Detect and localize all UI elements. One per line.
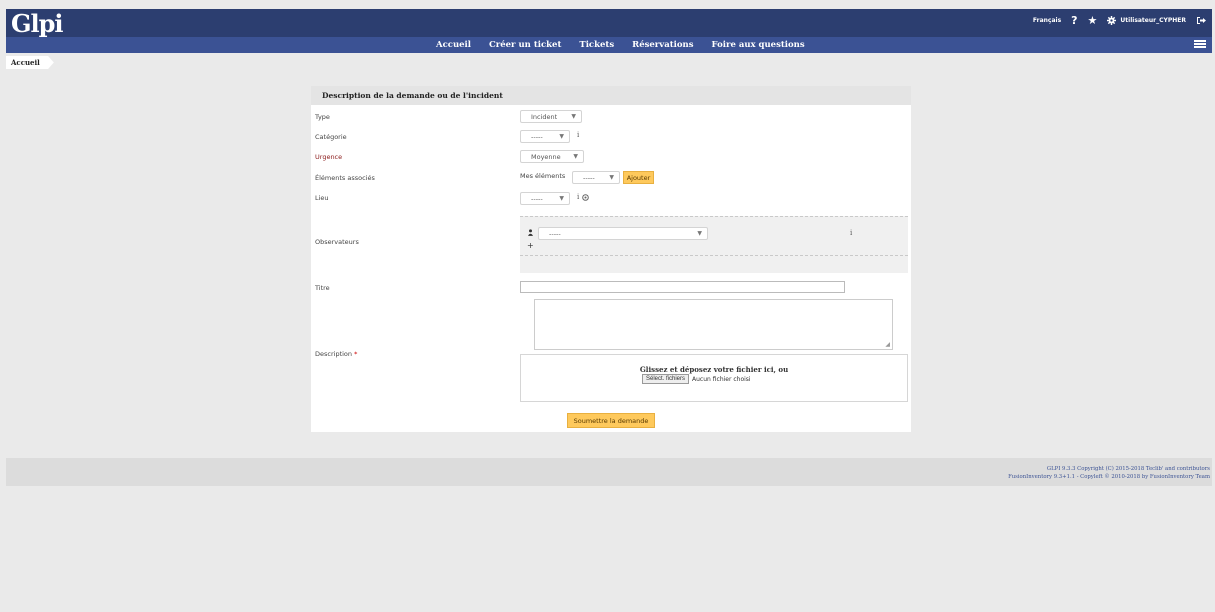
ticket-form: Description de la demande ou de l'incide…	[311, 86, 911, 432]
urgency-value: Moyenne	[531, 152, 561, 161]
observer-value: -----	[549, 229, 561, 238]
description-textarea[interactable]: ◢	[534, 299, 893, 350]
user-name: Utilisateur_CYPHER	[1120, 17, 1186, 24]
resize-handle-icon[interactable]: ◢	[885, 341, 890, 348]
form-title: Description de la demande ou de l'incide…	[311, 86, 911, 105]
location-info-icon[interactable]: i	[577, 193, 579, 201]
globe-icon[interactable]	[582, 194, 589, 201]
category-label: Catégorie	[315, 133, 347, 141]
nav-reservations[interactable]: Réservations	[623, 39, 702, 51]
description-label: Description *	[315, 350, 357, 358]
nav-create-ticket[interactable]: Créer un ticket	[480, 39, 570, 51]
add-item-button[interactable]: Ajouter	[623, 171, 654, 184]
type-select[interactable]: Incident ▼	[520, 110, 582, 123]
chevron-down-icon: ▼	[609, 174, 614, 181]
divider	[520, 255, 908, 256]
chevron-down-icon: ▼	[697, 230, 702, 237]
file-picker: Sélect. fichiers Aucun fichier choisi	[642, 374, 751, 384]
user-icon	[528, 229, 533, 236]
chevron-down-icon: ▼	[571, 113, 576, 120]
urgency-label: Urgence	[315, 153, 343, 161]
top-right-menu: Français ? ★ Utilisateur_CYPHER	[1033, 15, 1206, 26]
footer: GLPI 9.3.3 Copyright (C) 2015-2018 Tecli…	[6, 458, 1212, 486]
type-value: Incident	[531, 112, 558, 121]
title-input[interactable]	[520, 281, 845, 293]
urgency-select[interactable]: Moyenne ▼	[520, 150, 584, 163]
required-mark: *	[354, 350, 358, 358]
category-value: -----	[531, 132, 543, 141]
location-label: Lieu	[315, 194, 329, 202]
category-info-icon[interactable]: i	[577, 131, 579, 139]
title-label: Titre	[315, 284, 330, 292]
fusion-copyright[interactable]: FusionInventory 9.3+1.1 - Copyleft © 201…	[1008, 473, 1210, 481]
location-select[interactable]: ----- ▼	[520, 192, 570, 205]
file-drop-zone[interactable]: Glissez et déposez votre fichier ici, ou…	[520, 354, 908, 402]
my-items-select[interactable]: ----- ▼	[572, 171, 620, 184]
drop-instructions: Glissez et déposez votre fichier ici, ou	[639, 365, 789, 374]
observer-select[interactable]: ----- ▼	[538, 227, 708, 240]
footer-copyright: GLPI 9.3.3 Copyright (C) 2015-2018 Tecli…	[1008, 465, 1210, 481]
user-menu[interactable]: Utilisateur_CYPHER	[1107, 16, 1186, 25]
observer-info-icon[interactable]: i	[850, 229, 852, 237]
select-files-button[interactable]: Sélect. fichiers	[642, 374, 690, 384]
language-selector[interactable]: Français	[1033, 17, 1061, 24]
add-observer-icon[interactable]: +	[527, 241, 534, 250]
glpi-copyright[interactable]: GLPI 9.3.3 Copyright (C) 2015-2018 Tecli…	[1008, 465, 1210, 473]
chevron-down-icon: ▼	[559, 195, 564, 202]
logout-icon[interactable]	[1196, 16, 1206, 25]
breadcrumb: Accueil	[6, 56, 1212, 69]
location-value: -----	[531, 194, 543, 203]
observers-box: ----- ▼ i +	[520, 216, 908, 273]
chevron-down-icon: ▼	[573, 153, 578, 160]
bookmark-star-icon[interactable]: ★	[1088, 15, 1098, 26]
main-nav: Accueil Créer un ticket Tickets Réservat…	[427, 39, 814, 51]
associated-items-label: Éléments associés	[315, 174, 375, 182]
type-label: Type	[315, 113, 330, 121]
gear-icon	[1107, 16, 1117, 25]
no-file-text: Aucun fichier choisi	[692, 375, 751, 383]
category-select[interactable]: ----- ▼	[520, 130, 570, 143]
my-items-label: Mes éléments	[520, 172, 566, 180]
hamburger-menu-icon[interactable]	[1194, 38, 1206, 50]
help-icon[interactable]: ?	[1071, 15, 1077, 26]
my-items-value: -----	[583, 173, 595, 182]
top-bar: Glpi Français ? ★ Utilisateur_CYPHER Acc…	[6, 9, 1212, 53]
description-label-text: Description	[315, 350, 353, 358]
breadcrumb-home[interactable]: Accueil	[6, 56, 54, 69]
nav-tickets[interactable]: Tickets	[570, 39, 623, 51]
chevron-down-icon: ▼	[559, 133, 564, 140]
nav-home[interactable]: Accueil	[427, 39, 480, 51]
submit-button[interactable]: Soumettre la demande	[567, 413, 655, 428]
nav-faq[interactable]: Foire aux questions	[703, 39, 814, 51]
observers-label: Observateurs	[315, 238, 359, 246]
glpi-logo[interactable]: Glpi	[11, 9, 64, 38]
